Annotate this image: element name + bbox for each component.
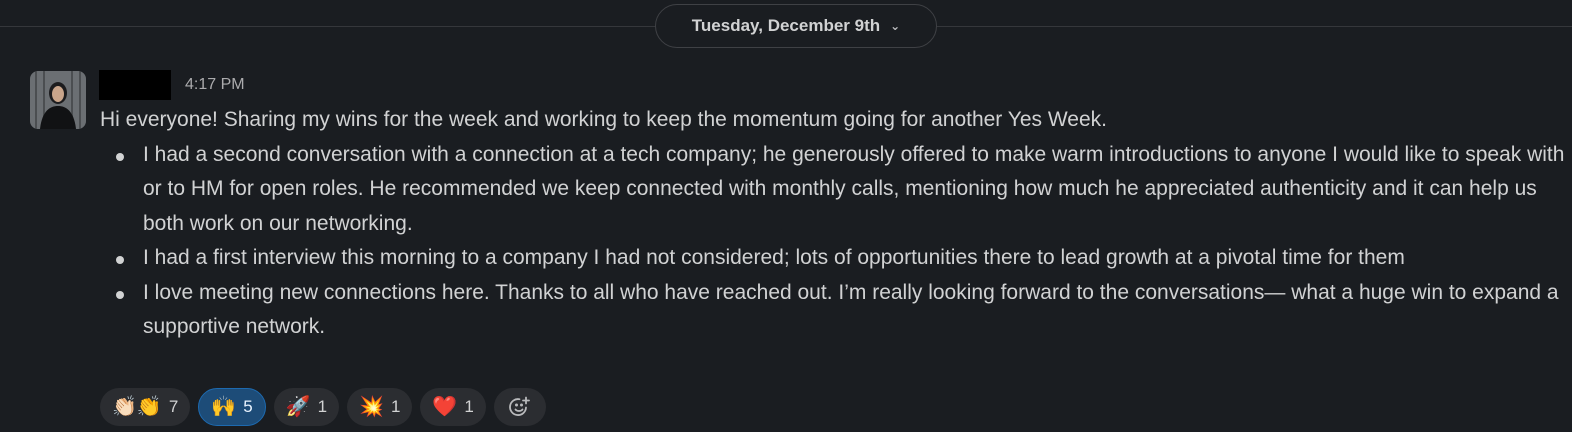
boom-icon: 💥 xyxy=(359,396,384,418)
reaction-count: 1 xyxy=(464,397,474,416)
reaction-rocket[interactable]: 🚀 1 xyxy=(273,388,340,426)
message-timestamp[interactable]: 4:17 PM xyxy=(185,76,245,94)
reaction-clap[interactable]: 👏🏻👏 7 xyxy=(100,388,191,426)
red-heart-icon: ❤️ xyxy=(432,396,458,418)
avatar[interactable] xyxy=(30,71,86,129)
reaction-raised-hands[interactable]: 🙌 5 xyxy=(198,388,266,426)
date-divider-button[interactable]: Tuesday, December 9th ⌄ xyxy=(655,4,937,48)
chevron-down-icon: ⌄ xyxy=(890,19,901,33)
list-item: I love meeting new connections here. Tha… xyxy=(116,276,1568,345)
reactions-bar: 👏🏻👏 7 🙌 5 🚀 1 💥 1 ❤️ 1 xyxy=(100,388,546,426)
reaction-count: 7 xyxy=(168,397,179,416)
reaction-heart[interactable]: ❤️ 1 xyxy=(420,388,486,426)
reaction-count: 1 xyxy=(317,397,328,416)
add-emoji-icon xyxy=(508,396,530,416)
message-body: Hi everyone! Sharing my wins for the wee… xyxy=(100,103,1568,345)
list-item: I had a second conversation with a conne… xyxy=(116,138,1568,242)
redacted-username xyxy=(99,70,171,100)
reaction-boom[interactable]: 💥 1 xyxy=(347,388,413,426)
message-intro: Hi everyone! Sharing my wins for the wee… xyxy=(100,108,1107,131)
date-label: Tuesday, December 9th xyxy=(691,16,881,35)
message-bullet-list: I had a second conversation with a conne… xyxy=(100,138,1568,345)
reaction-count: 1 xyxy=(390,397,401,416)
list-item: I had a first interview this morning to … xyxy=(116,241,1568,276)
add-reaction-button[interactable] xyxy=(493,388,546,426)
raising-hands-icon: 🙌 xyxy=(211,396,237,418)
clapping-hands-icon: 👏🏻👏 xyxy=(112,396,162,418)
reaction-count: 5 xyxy=(243,397,253,416)
rocket-icon: 🚀 xyxy=(285,396,311,418)
